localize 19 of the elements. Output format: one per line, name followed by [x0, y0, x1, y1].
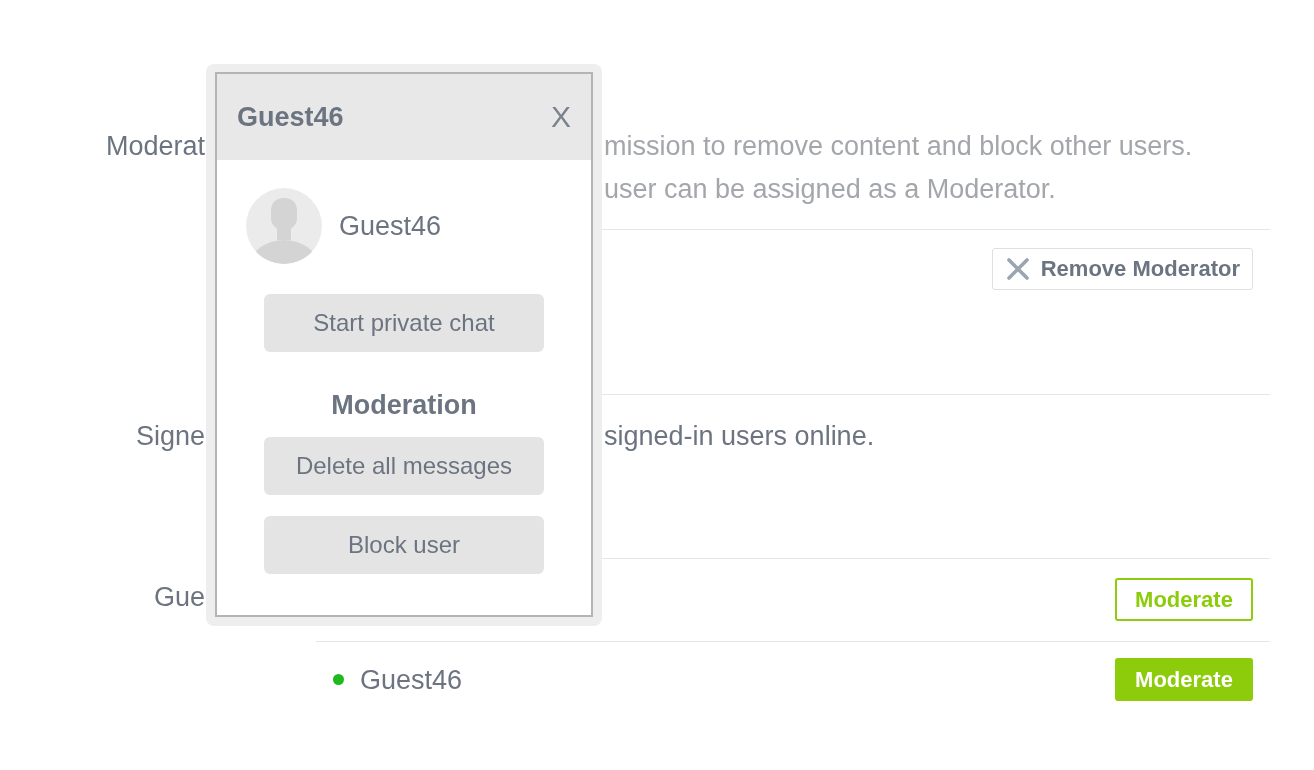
user-name: Guest46	[339, 210, 442, 242]
cross-icon	[1006, 258, 1029, 280]
private-chat-button[interactable]: Start private chat	[264, 294, 544, 352]
guest-name: Guest46	[360, 663, 463, 697]
section-label: Gue	[153, 581, 205, 614]
moderate-button[interactable]: Moderate	[1115, 658, 1253, 701]
description-text: user can be assigned as a Moderator.	[604, 173, 1056, 206]
description-text: signed-in users online.	[604, 420, 875, 453]
section-label: Moderat	[105, 130, 205, 163]
popup-title: Guest46	[237, 101, 344, 133]
moderation-button[interactable]: Block user	[264, 516, 544, 574]
moderate-button[interactable]: Moderate	[1115, 578, 1253, 621]
close-button[interactable]: X	[549, 100, 573, 134]
moderation-heading: Moderation	[331, 390, 477, 420]
description-text: mission to remove content and block other users.	[604, 130, 1193, 163]
section-label: Signe	[135, 420, 205, 453]
remove-moderator-button[interactable]: Remove Moderator	[991, 248, 1253, 290]
moderation-button[interactable]: Delete all messages	[264, 437, 544, 495]
person-silhouette-icon	[246, 188, 322, 264]
